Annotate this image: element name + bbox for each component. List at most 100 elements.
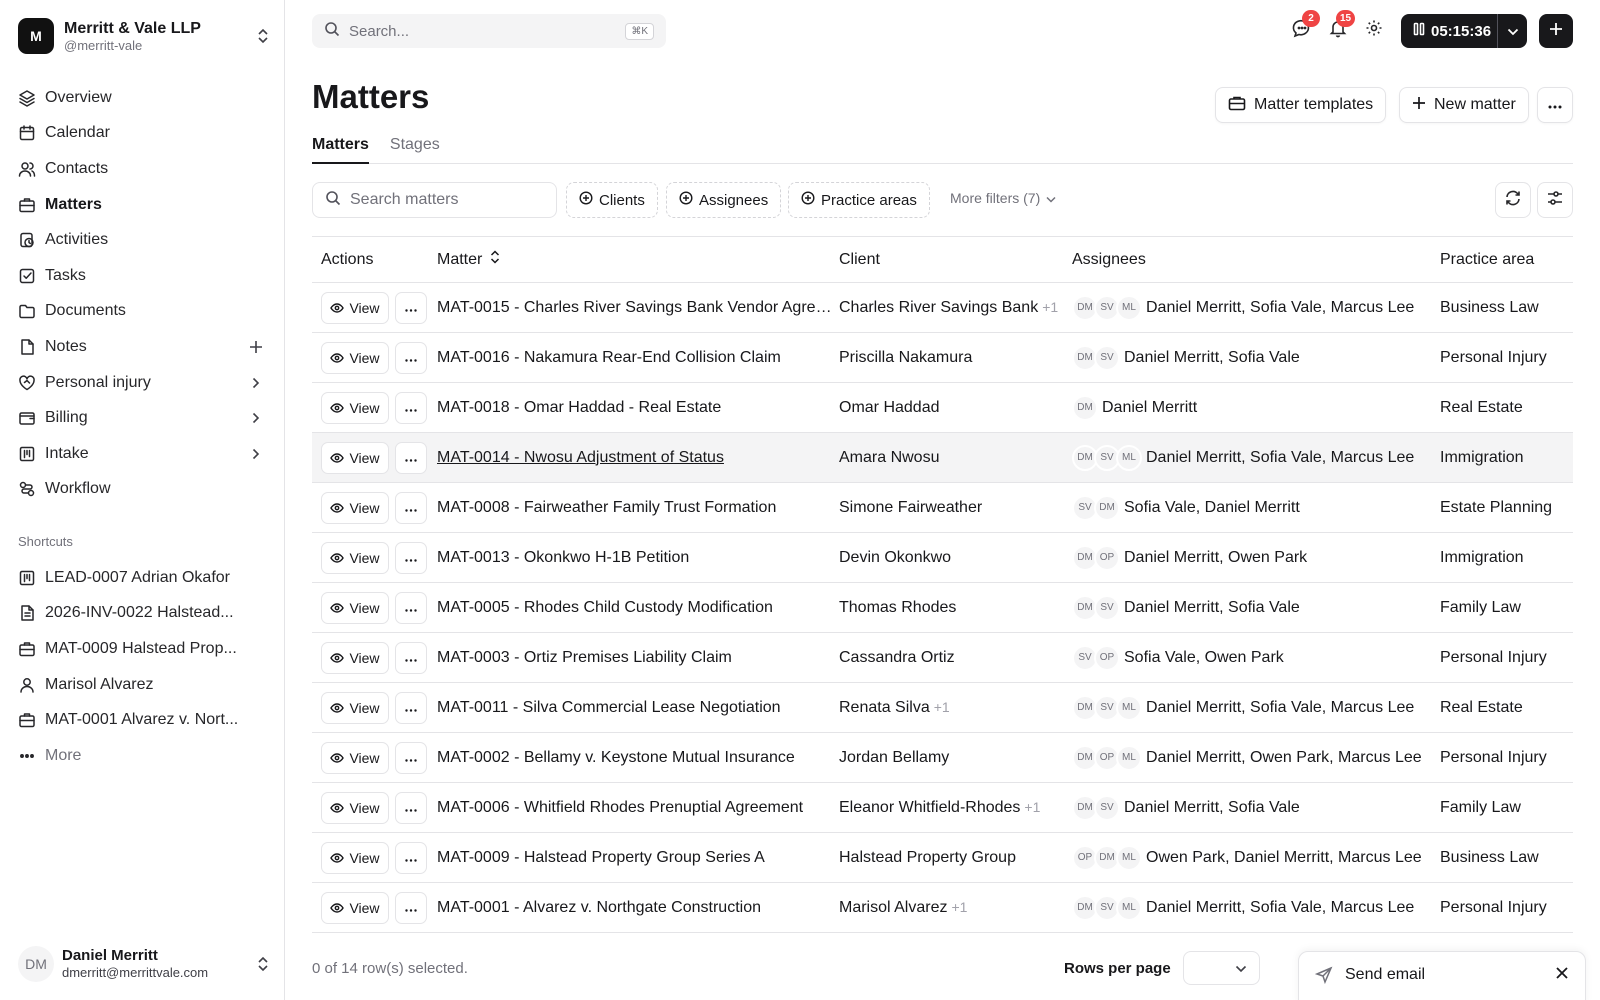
table-row[interactable]: View MAT-0018 - Omar Haddad - Real Estate… [312, 383, 1573, 433]
table-row[interactable]: View MAT-0006 - Whitfield Rhodes Prenupti… [312, 783, 1573, 833]
matter-link[interactable]: MAT-0018 - Omar Haddad - Real Estate [429, 399, 839, 417]
sidebar-item-contacts[interactable]: Contacts [10, 151, 272, 187]
view-button[interactable]: View [321, 541, 389, 574]
matter-link[interactable]: MAT-0003 - Ortiz Premises Liability Clai… [429, 649, 839, 667]
timer-dropdown[interactable] [1497, 14, 1527, 48]
table-row[interactable]: View MAT-0009 - Halstead Property Group S… [312, 833, 1573, 883]
matter-link[interactable]: MAT-0015 - Charles River Savings Bank Ve… [429, 299, 839, 317]
view-button[interactable]: View [321, 441, 389, 474]
sidebar-item-notes[interactable]: Notes [10, 329, 272, 365]
sidebar-item-intake[interactable]: Intake [10, 436, 272, 472]
matter-link[interactable]: MAT-0016 - Nakamura Rear-End Collision C… [429, 349, 839, 367]
practice-areas-filter[interactable]: Practice areas [788, 182, 930, 218]
view-button[interactable]: View [321, 491, 389, 524]
notifications-button[interactable]: 15 [1326, 10, 1356, 44]
table-row[interactable]: View MAT-0001 - Alvarez v. Northgate Cons… [312, 883, 1573, 933]
row-actions-button[interactable] [395, 641, 427, 674]
global-search[interactable]: Search... ⌘K [312, 14, 666, 48]
row-actions-button[interactable] [395, 491, 427, 524]
view-button[interactable]: View [321, 791, 389, 824]
timer-toggle[interactable]: 05:15:36 [1401, 22, 1497, 40]
table-row[interactable]: View MAT-0008 - Fairweather Family Trust … [312, 483, 1573, 533]
rows-per-page-select[interactable] [1183, 951, 1260, 985]
matter-link[interactable]: MAT-0001 - Alvarez v. Northgate Construc… [429, 899, 839, 917]
matter-link[interactable]: MAT-0013 - Okonkwo H-1B Petition [429, 549, 839, 567]
shortcut-item[interactable]: MAT-0001 Alvarez v. Nort... [10, 702, 272, 738]
clients-filter[interactable]: Clients [566, 182, 658, 218]
row-actions-button[interactable] [395, 591, 427, 624]
table-row[interactable]: View MAT-0005 - Rhodes Child Custody Modi… [312, 583, 1573, 633]
shortcut-item[interactable]: Marisol Alvarez [10, 667, 272, 703]
row-actions-button[interactable] [395, 541, 427, 574]
view-button[interactable]: View [321, 891, 389, 924]
matter-link[interactable]: MAT-0005 - Rhodes Child Custody Modifica… [429, 599, 839, 617]
user-menu[interactable]: DM Daniel Merritt dmerritt@merrittvale.c… [18, 944, 270, 984]
row-actions-button[interactable] [395, 841, 427, 874]
chevrons-up-down-icon[interactable] [256, 955, 270, 973]
row-actions-button[interactable] [395, 741, 427, 774]
row-actions-button[interactable] [395, 291, 427, 324]
matter-link[interactable]: MAT-0008 - Fairweather Family Trust Form… [429, 499, 839, 517]
matter-templates-button[interactable]: Matter templates [1215, 87, 1387, 123]
shortcut-item[interactable]: More [10, 738, 272, 774]
shortcut-item[interactable]: 2026-INV-0022 Halstead... [10, 596, 272, 632]
view-button[interactable]: View [321, 591, 389, 624]
shortcut-item[interactable]: MAT-0009 Halstead Prop... [10, 631, 272, 667]
settings-button[interactable] [1362, 16, 1386, 44]
sidebar-item-billing[interactable]: Billing [10, 400, 272, 436]
table-row[interactable]: View MAT-0016 - Nakamura Rear-End Collisi… [312, 333, 1573, 383]
assignees-filter[interactable]: Assignees [666, 182, 782, 218]
row-actions-button[interactable] [395, 441, 427, 474]
sidebar-item-calendar[interactable]: Calendar [10, 116, 272, 152]
more-actions-button[interactable] [1537, 87, 1573, 123]
sidebar-item-personal-injury[interactable]: Personal injury [10, 365, 272, 401]
matter-link[interactable]: MAT-0009 - Halstead Property Group Serie… [429, 849, 839, 867]
matter-link[interactable]: MAT-0011 - Silva Commercial Lease Negoti… [429, 699, 839, 717]
table-row[interactable]: View MAT-0003 - Ortiz Premises Liability … [312, 633, 1573, 683]
send-email-panel[interactable]: Send email [1298, 951, 1586, 1000]
sidebar-item-workflow[interactable]: Workflow [10, 472, 272, 508]
matter-search-input[interactable]: Search matters [312, 182, 557, 218]
view-button[interactable]: View [321, 691, 389, 724]
table-row[interactable]: View MAT-0011 - Silva Commercial Lease Ne… [312, 683, 1573, 733]
tab-stages[interactable]: Stages [390, 134, 440, 164]
eye-icon [330, 750, 349, 766]
new-matter-button[interactable]: New matter [1399, 87, 1529, 123]
sidebar-item-documents[interactable]: Documents [10, 294, 272, 330]
view-button[interactable]: View [321, 291, 389, 324]
table-row[interactable]: View MAT-0015 - Charles River Savings Ban… [312, 283, 1573, 333]
messages-button[interactable]: 2 [1290, 10, 1320, 44]
matter-link[interactable]: MAT-0006 - Whitfield Rhodes Prenuptial A… [429, 799, 839, 817]
view-button[interactable]: View [321, 391, 389, 424]
row-actions-button[interactable] [395, 391, 427, 424]
more-filters-button[interactable]: More filters (7) [950, 190, 1056, 206]
table-row[interactable]: View MAT-0014 - Nwosu Adjustment of Statu… [312, 433, 1573, 483]
view-button[interactable]: View [321, 341, 389, 374]
quick-create-button[interactable] [1539, 14, 1573, 48]
view-button[interactable]: View [321, 841, 389, 874]
sidebar-item-tasks[interactable]: Tasks [10, 258, 272, 294]
view-button[interactable]: View [321, 741, 389, 774]
chevrons-up-down-icon[interactable] [256, 27, 270, 45]
close-icon[interactable] [1555, 966, 1569, 984]
org-switcher[interactable]: M Merritt & Vale LLP @merritt-vale [18, 16, 270, 56]
col-matter[interactable]: Matter [429, 250, 839, 269]
table-row[interactable]: View MAT-0002 - Bellamy v. Keystone Mutua… [312, 733, 1573, 783]
matter-link[interactable]: MAT-0014 - Nwosu Adjustment of Status [429, 449, 839, 467]
refresh-button[interactable] [1495, 182, 1531, 218]
sidebar-item-overview[interactable]: Overview [10, 80, 272, 116]
sidebar-item-activities[interactable]: Activities [10, 222, 272, 258]
matter-link[interactable]: MAT-0002 - Bellamy v. Keystone Mutual In… [429, 749, 839, 767]
row-actions-button[interactable] [395, 691, 427, 724]
plus-icon[interactable] [248, 339, 264, 355]
table-row[interactable]: View MAT-0013 - Okonkwo H-1B Petition Devi… [312, 533, 1573, 583]
view-options-button[interactable] [1537, 182, 1573, 218]
main-nav: Overview Calendar Contacts Matters Activitie… [10, 80, 272, 507]
tab-matters[interactable]: Matters [312, 134, 369, 164]
row-actions-button[interactable] [395, 791, 427, 824]
row-actions-button[interactable] [395, 891, 427, 924]
shortcut-item[interactable]: LEAD-0007 Adrian Okafor [10, 560, 272, 596]
row-actions-button[interactable] [395, 341, 427, 374]
sidebar-item-matters[interactable]: Matters [10, 187, 272, 223]
view-button[interactable]: View [321, 641, 389, 674]
